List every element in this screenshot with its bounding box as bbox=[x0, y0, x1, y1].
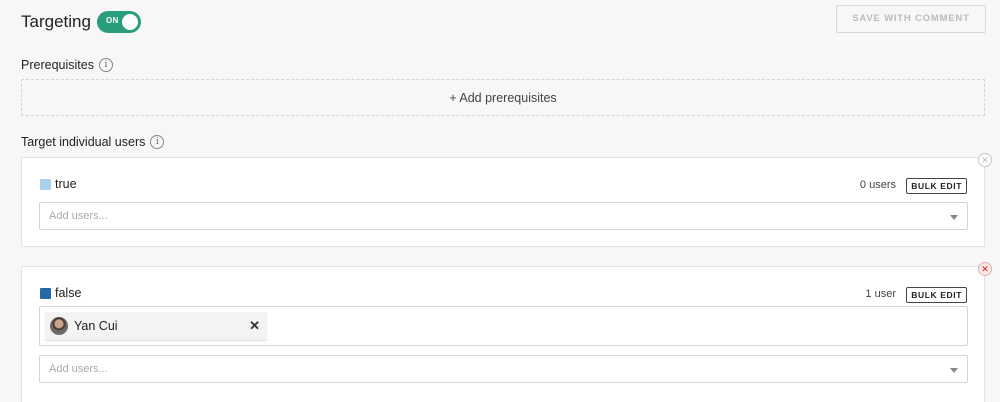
chevron-down-icon bbox=[950, 368, 958, 373]
target-individual-users-label: Target individual users bbox=[21, 135, 146, 149]
selected-users-box: Yan Cui ✕ bbox=[39, 306, 968, 346]
user-chip-name: Yan Cui bbox=[74, 319, 118, 333]
variation-name: false bbox=[55, 286, 82, 300]
remove-variation-icon[interactable]: ✕ bbox=[978, 262, 992, 276]
bulk-edit-button[interactable]: BULK EDIT bbox=[906, 287, 967, 303]
variation-name: true bbox=[55, 177, 77, 191]
variation-color-swatch bbox=[40, 178, 51, 190]
info-icon[interactable]: i bbox=[150, 135, 165, 149]
user-chip: Yan Cui ✕ bbox=[45, 312, 267, 340]
add-users-placeholder: Add users... bbox=[49, 363, 108, 375]
toggle-knob bbox=[122, 14, 138, 30]
add-users-select[interactable]: Add users... bbox=[39, 202, 968, 230]
avatar bbox=[50, 317, 68, 335]
add-prerequisites-button[interactable]: + Add prerequisites bbox=[21, 79, 985, 116]
remove-user-icon[interactable]: ✕ bbox=[249, 318, 260, 334]
remove-variation-icon[interactable]: ✕ bbox=[978, 153, 992, 167]
add-users-placeholder: Add users... bbox=[49, 210, 108, 222]
add-users-select[interactable]: Add users... bbox=[39, 355, 968, 383]
variation-header: false bbox=[40, 286, 81, 300]
info-icon[interactable]: i bbox=[98, 58, 113, 72]
prerequisites-label: Prerequisites bbox=[21, 58, 94, 72]
page-title: Targeting bbox=[21, 12, 91, 31]
chevron-down-icon bbox=[950, 215, 958, 220]
variation-header: true bbox=[40, 177, 77, 191]
bulk-edit-button[interactable]: BULK EDIT bbox=[906, 178, 967, 194]
targeting-toggle[interactable]: ON bbox=[97, 11, 141, 33]
targeting-header: Targeting ON SAVE WITH COMMENT bbox=[0, 0, 1000, 50]
variation-card-false: false 1 user BULK EDIT Yan Cui ✕ Add use… bbox=[21, 266, 985, 402]
target-individual-users-heading: Target individual users i bbox=[21, 135, 165, 149]
save-with-comment-button[interactable]: SAVE WITH COMMENT bbox=[836, 5, 986, 33]
prerequisites-heading: Prerequisites i bbox=[21, 58, 113, 72]
variation-card-true: true 0 users BULK EDIT Add users... bbox=[21, 157, 985, 247]
toggle-state-label: ON bbox=[106, 16, 119, 25]
variation-color-swatch bbox=[40, 287, 51, 299]
user-count: 0 users bbox=[859, 179, 896, 191]
user-count: 1 user bbox=[865, 288, 896, 300]
